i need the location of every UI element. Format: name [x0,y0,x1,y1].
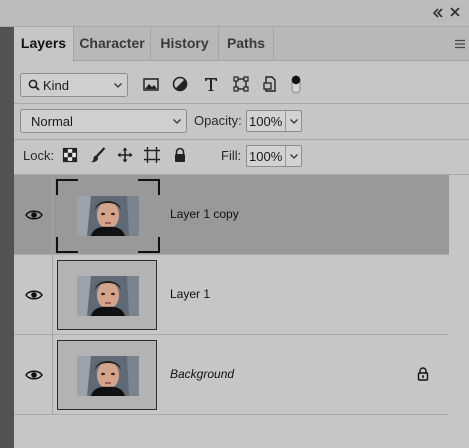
filter-kind-label: Kind [43,78,70,93]
layer-name[interactable]: Layer 1 copy [170,207,239,221]
panel-header-strip [0,0,469,27]
lock-artboard-icon[interactable] [144,147,160,163]
chevron-down-icon [290,154,298,159]
panel-tab-bar: Layers Character History Paths [14,27,469,62]
tab-paths[interactable]: Paths [219,27,274,61]
type-filter-icon[interactable] [202,75,220,93]
lock-label: Lock: [23,148,55,163]
tab-layers[interactable]: Layers [14,27,74,62]
eye-icon [25,210,43,220]
fill-field[interactable]: 100% [246,145,302,167]
eye-icon [25,290,43,300]
image-filter-icon[interactable] [142,75,160,93]
layer-lock-icon[interactable] [417,367,429,381]
visibility-toggle[interactable] [14,175,53,254]
layer-row[interactable]: Background [14,335,449,415]
visibility-toggle[interactable] [14,255,53,334]
lock-all-icon[interactable] [172,147,188,163]
portrait-thumbnail-image [77,356,139,396]
opacity-field[interactable]: 100% [246,110,302,132]
chevron-down-icon [290,119,298,124]
filter-toggle-icon[interactable] [289,73,303,95]
opacity-dropdown[interactable] [285,111,301,131]
chevron-down-icon [173,119,181,124]
opacity-label: Opacity: [194,113,242,128]
smart-object-filter-icon[interactable] [261,75,279,93]
layer-row[interactable]: Layer 1 copy [14,175,449,255]
eye-icon [25,370,43,380]
opacity-value[interactable]: 100% [249,114,282,129]
adjustment-filter-icon[interactable] [171,75,189,93]
lock-transparent-pixels-icon[interactable] [62,147,78,163]
visibility-toggle[interactable] [14,335,53,414]
layer-list: Layer 1 copy Layer 1 Background [14,175,469,448]
tab-history[interactable]: History [151,27,219,61]
divider [14,103,469,104]
shape-filter-icon[interactable] [232,75,250,93]
filter-kind-select[interactable]: Kind [20,73,128,97]
layer-name[interactable]: Layer 1 [170,287,210,301]
collapse-panel-icon[interactable] [432,7,444,19]
chevron-down-icon [114,83,122,88]
blend-mode-value: Normal [31,114,73,129]
layer-name[interactable]: Background [170,367,234,381]
layer-thumbnail[interactable] [56,179,160,253]
divider [14,139,469,140]
layer-list-scrollbar[interactable] [449,175,469,448]
panel-menu-icon[interactable] [455,39,465,49]
portrait-thumbnail-image [77,276,139,316]
portrait-thumbnail-image [77,196,139,236]
layer-row[interactable]: Layer 1 [14,255,449,335]
layer-thumbnail[interactable] [57,260,157,330]
search-icon [28,79,40,91]
fill-dropdown[interactable] [285,146,301,166]
fill-value[interactable]: 100% [249,149,282,164]
blend-mode-select[interactable]: Normal [20,109,187,133]
layers-panel: Layers Character History Paths Kind Norm… [14,27,469,448]
fill-label: Fill: [221,148,242,163]
close-panel-icon[interactable] [448,5,462,19]
tab-character[interactable]: Character [74,27,151,61]
lock-image-pixels-icon[interactable] [90,147,106,163]
layer-thumbnail[interactable] [57,340,157,410]
lock-position-icon[interactable] [117,147,133,163]
